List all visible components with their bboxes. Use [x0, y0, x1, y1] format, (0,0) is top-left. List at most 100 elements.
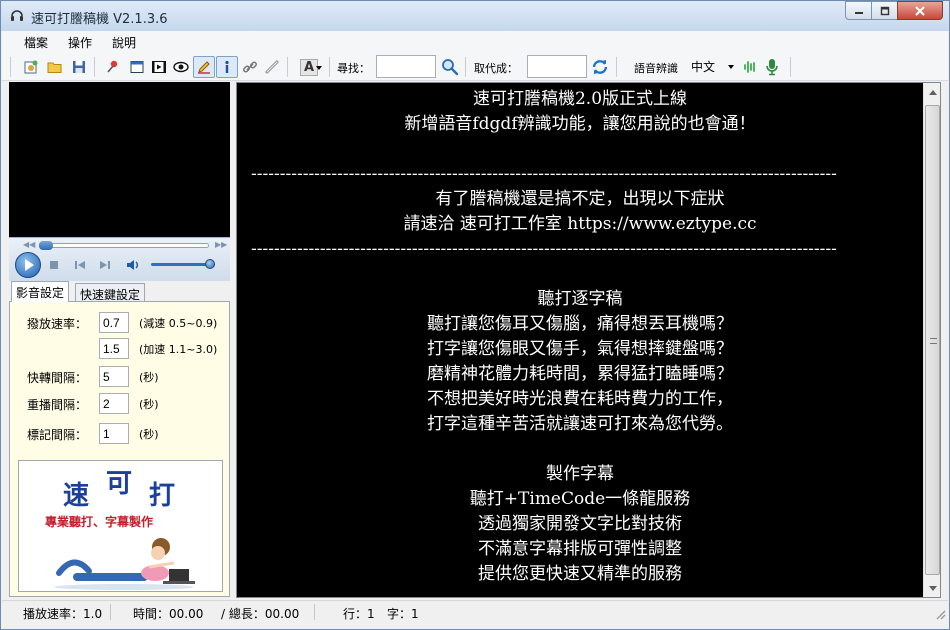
transcript-line[interactable]: 打字這種辛苦活就讓速可打來為您代勞。	[237, 412, 923, 437]
transcript-line[interactable]: 提供您更快速又精準的服務	[237, 562, 923, 587]
video-icon	[152, 61, 166, 73]
title-bar: 速可打謄稿機 V2.1.3.6	[1, 1, 949, 31]
fast-speed-input[interactable]	[99, 338, 129, 359]
transcript-line[interactable]: 新增語音fdgdf辨識功能，讓您用說的也會通！	[237, 112, 923, 137]
stop-icon[interactable]	[47, 258, 61, 272]
seek-thumb[interactable]	[39, 241, 53, 250]
transcript-line[interactable]: 製作字幕	[237, 462, 923, 487]
close-icon	[915, 5, 925, 16]
new-project-icon	[24, 60, 38, 74]
audio-level-button[interactable]	[739, 56, 761, 78]
transcript-line[interactable]: 聽打+TimeCode一條龍服務	[237, 487, 923, 512]
replay-interval-input[interactable]	[99, 393, 129, 414]
transcript-line[interactable]: ----------------------------------------…	[237, 237, 923, 262]
replay-interval-unit: (秒)	[139, 398, 159, 411]
chevron-down-icon	[316, 66, 322, 70]
play-button[interactable]	[15, 252, 41, 278]
scroll-down-button[interactable]	[924, 580, 940, 597]
replace-input[interactable]	[527, 55, 587, 78]
link-icon	[243, 61, 257, 73]
transcript-line[interactable]: 不滿意字幕排版可彈性調整	[237, 537, 923, 562]
logo-char-2: 可	[106, 469, 133, 499]
fast-speed-hint: (加速 1.1~3.0)	[139, 343, 218, 356]
replace-button[interactable]	[589, 56, 611, 78]
fast-forward-interval-label: 快轉間隔：	[27, 371, 88, 385]
find-button[interactable]	[439, 56, 461, 78]
mark-interval-input[interactable]	[99, 423, 129, 444]
previous-icon[interactable]	[73, 258, 87, 272]
toolbar-separator	[10, 57, 11, 77]
open-button[interactable]	[44, 56, 66, 78]
tab-hotkey-settings[interactable]: 快速鍵設定	[75, 283, 146, 302]
toolbar-separator	[94, 57, 95, 77]
transcript-line[interactable]: 聽打逐字稿	[237, 287, 923, 312]
maximize-icon	[880, 6, 889, 15]
voice-label: 語音辨識	[634, 62, 678, 75]
microphone-button[interactable]	[761, 56, 783, 78]
find-label: 尋找：	[337, 62, 370, 75]
status-total: / 總長：00.00	[221, 607, 300, 621]
tab-media-settings[interactable]: 影音設定	[11, 281, 70, 302]
replay-interval-label: 重播間隔：	[27, 398, 88, 412]
pin-icon	[107, 60, 118, 73]
font-button[interactable]: A	[294, 56, 324, 78]
status-time: 時間：00.00	[133, 607, 204, 621]
volume-thumb[interactable]	[205, 259, 215, 269]
maximize-button[interactable]	[871, 1, 898, 20]
link-button[interactable]	[239, 56, 261, 78]
video-button[interactable]	[148, 56, 170, 78]
window-button[interactable]	[126, 56, 148, 78]
transcript-line[interactable]: 透過獨家開發文字比對技術	[237, 512, 923, 537]
toolbar-separator	[465, 57, 466, 77]
transcript-line[interactable]	[237, 262, 923, 287]
resize-grip-icon[interactable]	[934, 608, 946, 620]
transcript-text[interactable]: 速可打謄稿機2.0版正式上線 新增語音fdgdf辨識功能，讓您用說的也會通！ ---…	[237, 87, 923, 587]
logo-subtitle: 專業聽打、字幕製作	[45, 515, 154, 529]
transcript-editor[interactable]: 速可打謄稿機2.0版正式上線 新增語音fdgdf辨識功能，讓您用說的也會通！ ---…	[236, 82, 941, 598]
new-project-button[interactable]	[20, 56, 42, 78]
transcript-line[interactable]	[237, 137, 923, 162]
pen-button[interactable]	[193, 56, 215, 78]
pin-button[interactable]	[102, 56, 124, 78]
transcript-line[interactable]: 有了謄稿機還是搞不定，出現以下症狀	[237, 187, 923, 212]
transcript-line[interactable]	[237, 437, 923, 462]
pen-icon	[198, 61, 210, 74]
transcript-line[interactable]: 不想把美好時光浪費在耗時費力的工作，	[237, 387, 923, 412]
transcript-line[interactable]: 速可打謄稿機2.0版正式上線	[237, 87, 923, 112]
slow-speed-input[interactable]	[99, 312, 129, 333]
rewind-icon: ◀◀	[23, 240, 36, 249]
mark-interval-unit: (秒)	[139, 428, 159, 441]
logo-char-3: 打	[149, 481, 176, 511]
vertical-scrollbar[interactable]	[923, 83, 940, 597]
app-window: 速可打謄稿機 V2.1.3.6 檔案 操作 說明 A 尋找： 取代成： 語音辨識…	[0, 0, 950, 630]
close-button[interactable]	[897, 1, 943, 20]
menu-operate[interactable]: 操作	[58, 31, 102, 54]
find-input[interactable]	[376, 55, 436, 78]
voice-language-select[interactable]: 中文	[691, 58, 715, 75]
status-line: 行：1	[343, 607, 375, 621]
menu-file[interactable]: 檔案	[14, 31, 58, 54]
replace-label: 取代成：	[474, 62, 518, 75]
eye-button[interactable]	[170, 56, 192, 78]
settings-tabs: 影音設定 快速鍵設定	[9, 281, 230, 302]
scroll-thumb[interactable]	[925, 105, 940, 575]
toolbar-separator	[287, 57, 288, 77]
media-player: ◀◀ ▶▶	[9, 237, 230, 281]
toolbar: A 尋找： 取代成： 語音辨識 中文	[2, 53, 948, 81]
transcript-line[interactable]: 打字讓您傷眼又傷手，氣得想摔鍵盤嗎？	[237, 337, 923, 362]
menu-help[interactable]: 說明	[102, 31, 146, 54]
next-icon[interactable]	[98, 258, 112, 272]
play-icon	[25, 259, 34, 271]
seek-slider[interactable]	[39, 241, 209, 250]
minimize-button[interactable]	[845, 1, 872, 20]
transcript-line[interactable]: 磨精神花體力耗時間，累得猛打瞌睡嗎？	[237, 362, 923, 387]
info-button[interactable]	[216, 56, 238, 78]
scroll-up-button[interactable]	[924, 83, 940, 100]
fast-forward-interval-input[interactable]	[99, 366, 129, 387]
volume-icon[interactable]	[125, 257, 141, 273]
transcript-line[interactable]: 請速洽 速可打工作室 https://www.eztype.cc	[237, 212, 923, 237]
transcript-line[interactable]: 聽打讓您傷耳又傷腦，痛得想丟耳機嗎？	[237, 312, 923, 337]
save-button[interactable]	[68, 56, 90, 78]
transcript-line[interactable]: ----------------------------------------…	[237, 162, 923, 187]
ruler-button[interactable]	[261, 56, 283, 78]
